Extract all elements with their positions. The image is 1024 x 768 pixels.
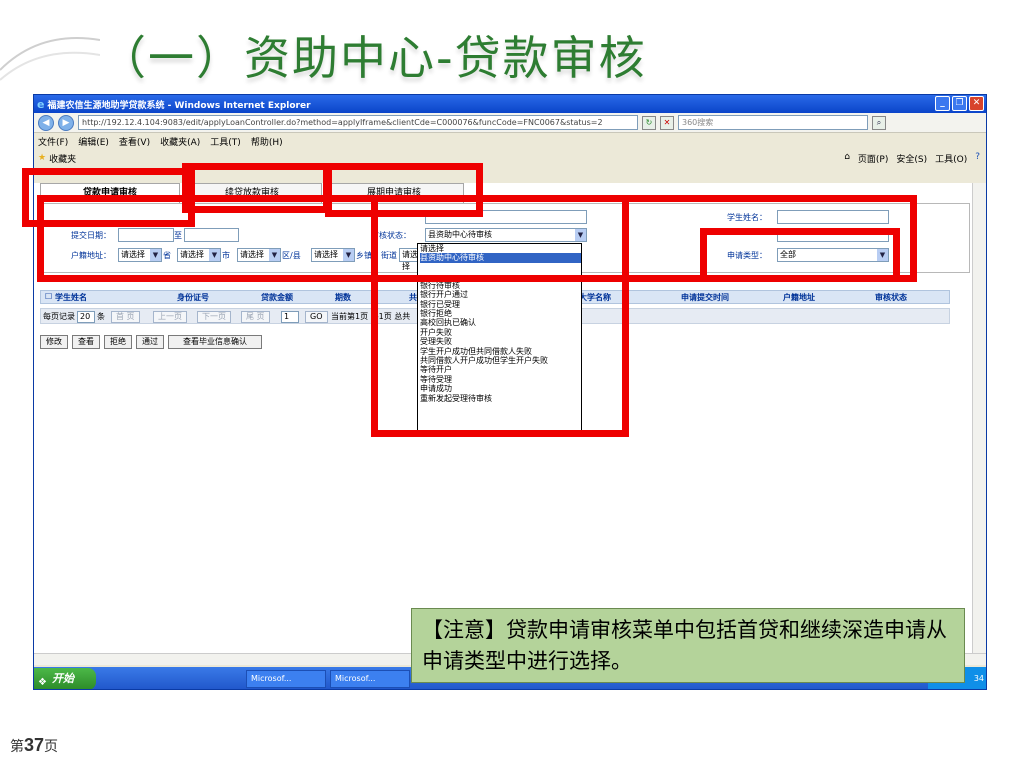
refresh-icon[interactable]: ↻	[642, 115, 656, 130]
address-bar: ◀ ▶ http://192.12.4.104:9083/edit/applyL…	[34, 113, 986, 133]
col-periods[interactable]: 期数	[335, 292, 351, 303]
page-menu[interactable]: 页面(P)	[858, 152, 888, 165]
approve-button[interactable]: 通过	[136, 335, 164, 349]
per-page-label: 每页记录	[43, 312, 75, 321]
menu-bar: 文件(F) 编辑(E) 查看(V) 收藏夹(A) 工具(T) 帮助(H)	[34, 133, 986, 149]
reject-button[interactable]: 拒绝	[104, 335, 132, 349]
windows-flag-icon: ❖	[38, 677, 47, 688]
prev-page-button[interactable]: 上一页	[153, 311, 187, 323]
command-bar: ⌂ 页面(P) 安全(S) 工具(O) ?	[844, 152, 980, 165]
per-page-input[interactable]: 20	[77, 311, 95, 323]
menu-file[interactable]: 文件(F)	[38, 135, 68, 148]
first-page-button[interactable]: 首 页	[111, 311, 140, 323]
page-input[interactable]: 1	[281, 311, 299, 323]
menu-view[interactable]: 查看(V)	[119, 135, 150, 148]
minimize-icon[interactable]: _	[935, 96, 950, 111]
note-callout: 【注意】贷款申请审核菜单中包括首贷和继续深造申请从申请类型中进行选择。	[411, 608, 965, 683]
window-title: 福建农信生源地助学贷款系统 - Windows Internet Explore…	[47, 100, 311, 111]
search-icon[interactable]: ⌕	[872, 115, 886, 130]
star-icon[interactable]: ★	[38, 153, 46, 163]
col-address[interactable]: 户籍地址	[783, 292, 815, 303]
favorites-bar: ★ 收藏夹 ⌂ 页面(P) 安全(S) 工具(O) ?	[34, 149, 986, 167]
go-button[interactable]: GO	[305, 311, 328, 323]
window-controls: _ ❐ ✕	[935, 96, 984, 111]
page-number: 第37页	[10, 735, 59, 755]
menu-edit[interactable]: 编辑(E)	[78, 135, 109, 148]
slide-title: （一）资助中心-贷款审核	[100, 31, 647, 85]
col-id-number[interactable]: 身份证号	[177, 292, 209, 303]
col-review-status[interactable]: 审核状态	[875, 292, 907, 303]
view-button[interactable]: 查看	[72, 335, 100, 349]
stop-icon[interactable]: ✕	[660, 115, 674, 130]
view-graduation-button[interactable]: 查看毕业信息确认	[168, 335, 262, 349]
back-icon[interactable]: ◀	[38, 114, 54, 131]
decorative-arc	[0, 37, 100, 81]
checkbox-icon[interactable]: ☐	[45, 292, 52, 301]
menu-help[interactable]: 帮助(H)	[251, 135, 283, 148]
edit-button[interactable]: 修改	[40, 335, 68, 349]
forward-icon[interactable]: ▶	[58, 114, 74, 131]
slide: （一）资助中心-贷款审核 e 福建农信生源地助学贷款系统 - Windows I…	[0, 0, 1024, 768]
col-student-name[interactable]: 学生姓名	[55, 292, 87, 303]
menu-favorites[interactable]: 收藏夹(A)	[160, 135, 200, 148]
close-icon[interactable]: ✕	[969, 96, 984, 111]
next-page-button[interactable]: 下一页	[197, 311, 231, 323]
menu-tools[interactable]: 工具(T)	[210, 135, 241, 148]
help-icon[interactable]: ?	[975, 152, 980, 165]
tools-menu[interactable]: 工具(O)	[935, 152, 967, 165]
start-button[interactable]: ❖ 开始	[34, 668, 96, 689]
url-input[interactable]: http://192.12.4.104:9083/edit/applyLoanC…	[78, 115, 638, 130]
taskbar-item[interactable]: Microsof...	[246, 670, 326, 688]
taskbar-item[interactable]: Microsof...	[330, 670, 410, 688]
search-input[interactable]: 360搜索	[678, 115, 868, 130]
col-submit-time[interactable]: 申请提交时间	[681, 292, 729, 303]
last-page-button[interactable]: 尾 页	[241, 311, 270, 323]
vertical-scrollbar[interactable]	[972, 183, 986, 653]
safety-menu[interactable]: 安全(S)	[896, 152, 927, 165]
action-buttons: 修改 查看 拒绝 通过 查看毕业信息确认	[40, 335, 262, 349]
highlight-box-apply-type	[700, 228, 900, 282]
per-page-unit: 条	[97, 312, 105, 321]
highlight-box-dropdown	[371, 195, 629, 437]
col-loan-amount[interactable]: 贷款金额	[261, 292, 293, 303]
favorites-label[interactable]: 收藏夹	[49, 152, 76, 165]
home-icon[interactable]: ⌂	[844, 152, 850, 165]
maximize-icon[interactable]: ❐	[952, 96, 967, 111]
window-titlebar: e 福建农信生源地助学贷款系统 - Windows Internet Explo…	[34, 95, 986, 113]
ie-icon: e	[37, 97, 45, 111]
